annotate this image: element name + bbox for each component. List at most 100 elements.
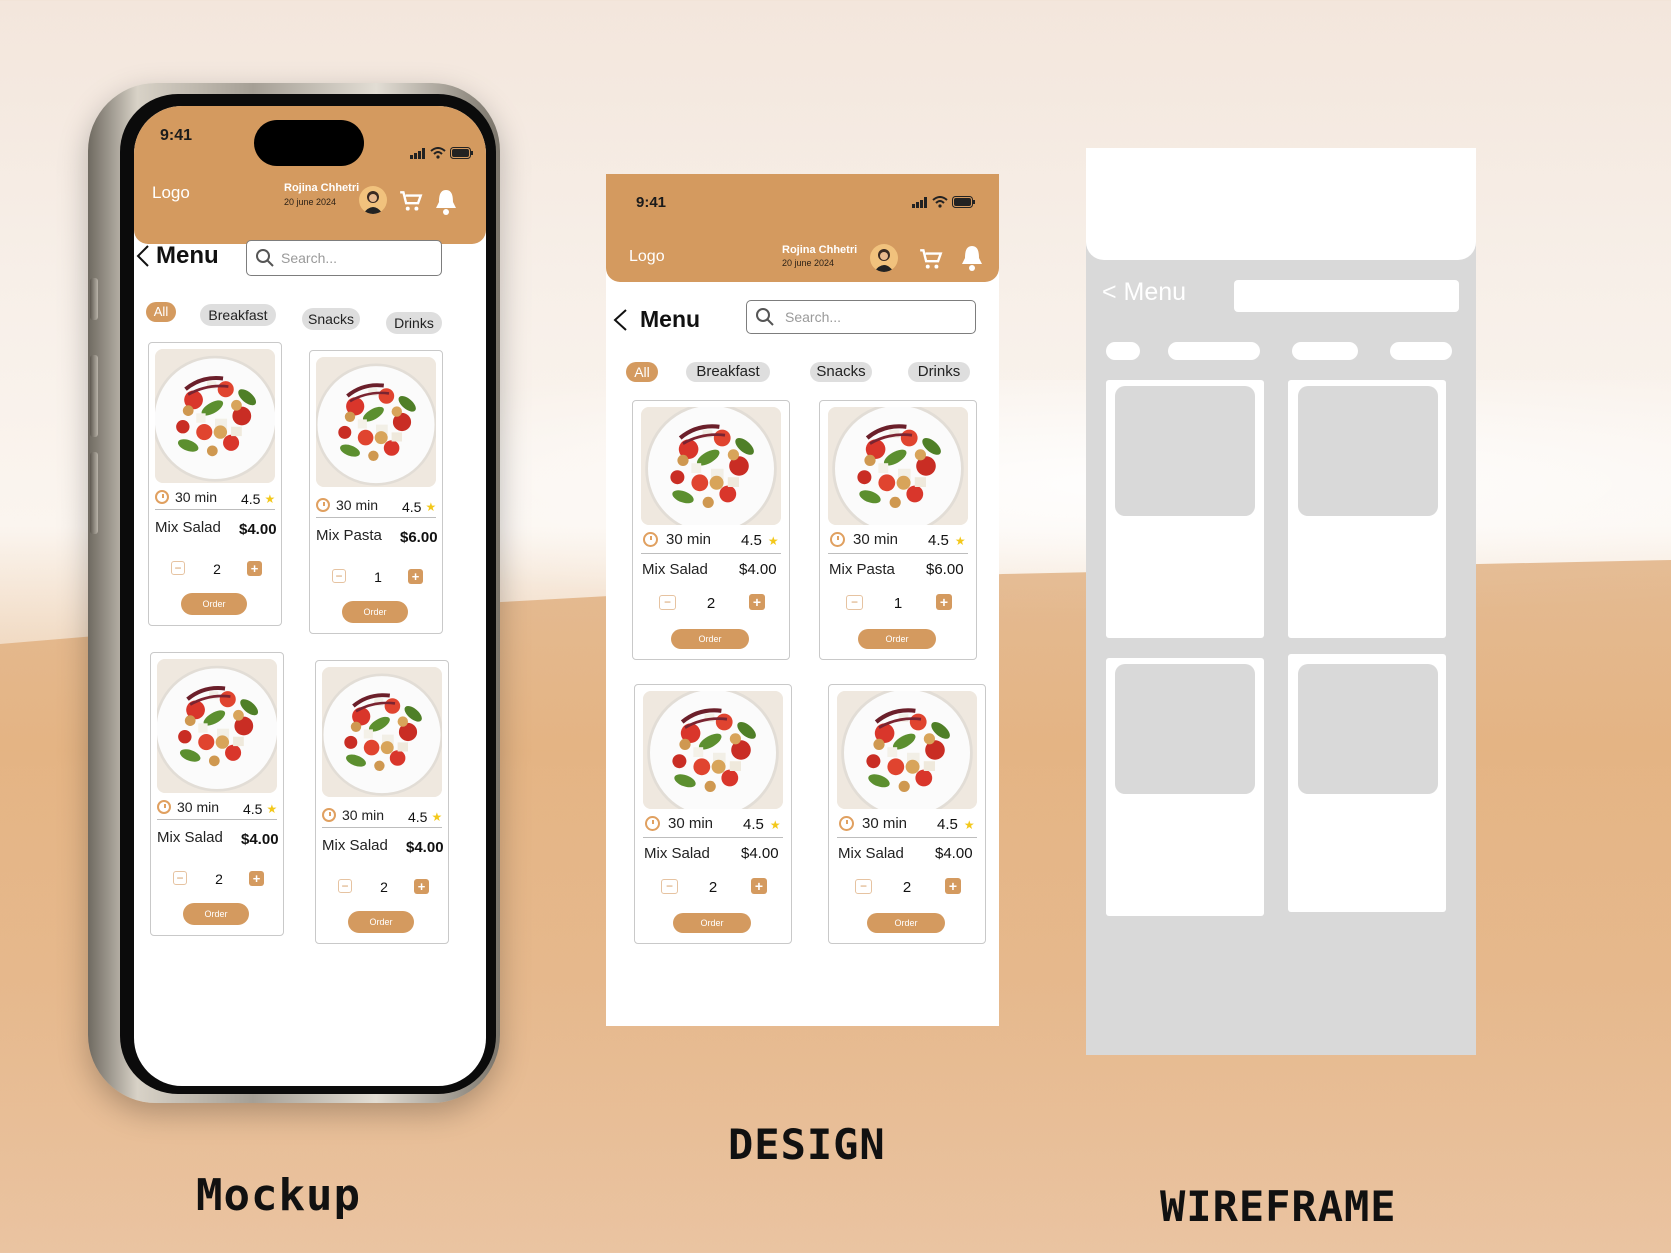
clock-icon <box>155 490 169 504</box>
item-price: $4.00 <box>241 831 279 848</box>
status-time: 9:41 <box>636 194 667 211</box>
food-image <box>828 407 968 525</box>
category-snacks[interactable]: Snacks <box>810 362 872 382</box>
decrease-qty-button[interactable]: − <box>846 595 863 610</box>
app-header: 9:41 Logo Rojina Chhetri 20 june 2024 <box>606 174 999 282</box>
order-button[interactable]: Order <box>183 903 249 925</box>
decrease-qty-button[interactable]: − <box>171 561 185 575</box>
food-image <box>641 407 781 525</box>
design-screen: 9:41 Logo Rojina Chhetri 20 june 2024 Me… <box>606 174 999 1026</box>
increase-qty-button[interactable]: + <box>945 878 961 894</box>
battery-icon <box>450 147 473 159</box>
star-icon: ★ <box>431 810 443 824</box>
page-title: Menu <box>640 306 701 332</box>
search-icon <box>756 308 774 326</box>
prep-time: 30 min <box>336 497 379 513</box>
divider <box>643 837 783 838</box>
category-breakfast[interactable]: Breakfast <box>200 304 276 326</box>
item-price: $4.00 <box>739 561 777 578</box>
increase-qty-button[interactable]: + <box>247 561 262 576</box>
quantity: 1 <box>374 569 382 585</box>
item-name: Mix Salad <box>322 837 388 854</box>
battery-icon <box>952 196 975 208</box>
decrease-qty-button[interactable]: − <box>332 569 346 583</box>
food-image <box>837 691 977 809</box>
prep-time: 30 min <box>342 807 385 823</box>
category-snacks[interactable]: Snacks <box>302 308 360 330</box>
decrease-qty-button[interactable]: − <box>338 879 352 893</box>
cart-icon[interactable] <box>918 246 944 272</box>
category-breakfast[interactable]: Breakfast <box>686 362 770 382</box>
bell-icon[interactable] <box>434 188 458 216</box>
wifi-icon <box>430 147 446 159</box>
app-logo[interactable]: Logo <box>629 248 665 266</box>
increase-qty-button[interactable]: + <box>936 594 952 610</box>
user-name: Rojina Chhetri <box>284 182 360 194</box>
rating: 4.5 <box>408 809 428 825</box>
decrease-qty-button[interactable]: − <box>661 879 678 894</box>
food-image <box>643 691 783 809</box>
increase-qty-button[interactable]: + <box>751 878 767 894</box>
star-icon: ★ <box>266 802 278 816</box>
back-arrow-icon[interactable] <box>610 308 630 332</box>
order-button[interactable]: Order <box>858 629 936 649</box>
cart-icon[interactable] <box>398 188 424 214</box>
increase-qty-button[interactable]: + <box>414 879 429 894</box>
app-header: 9:41 Logo Rojina Chhetri 20 june 2024 <box>134 106 486 244</box>
search-input[interactable]: Search... <box>246 240 442 276</box>
rating: 4.5 <box>241 491 261 507</box>
back-arrow-icon[interactable] <box>134 244 152 268</box>
signal-icon <box>912 196 927 208</box>
category-all[interactable]: All <box>626 362 658 382</box>
order-button[interactable]: Order <box>342 601 408 623</box>
wireframe-card <box>1288 380 1446 638</box>
caption-wireframe: WIREFRAME <box>1160 1182 1397 1231</box>
quantity: 2 <box>380 879 388 895</box>
bell-icon[interactable] <box>960 244 984 272</box>
clock-icon <box>645 816 660 831</box>
wireframe-title: < Menu <box>1102 278 1187 306</box>
item-name: Mix Salad <box>644 845 710 862</box>
food-image <box>157 659 277 793</box>
order-button[interactable]: Order <box>867 913 945 933</box>
search-input[interactable]: Search... <box>746 300 976 334</box>
status-time: 9:41 <box>160 127 193 144</box>
food-image <box>322 667 442 797</box>
app-logo[interactable]: Logo <box>152 183 190 203</box>
rating: 4.5 <box>402 499 422 515</box>
item-price: $4.00 <box>741 845 779 862</box>
prep-time: 30 min <box>666 531 712 548</box>
increase-qty-button[interactable]: + <box>408 569 423 584</box>
rating: 4.5 <box>937 816 958 833</box>
clock-icon <box>157 800 171 814</box>
search-placeholder: Search... <box>785 309 842 325</box>
order-button[interactable]: Order <box>673 913 751 933</box>
increase-qty-button[interactable]: + <box>749 594 765 610</box>
quantity: 2 <box>706 595 716 612</box>
avatar[interactable] <box>359 186 387 214</box>
category-all[interactable]: All <box>146 302 176 322</box>
wireframe-header <box>1086 148 1476 260</box>
star-icon: ★ <box>963 817 975 832</box>
item-name: Mix Pasta <box>829 561 895 578</box>
quantity: 2 <box>215 871 223 887</box>
phone-volume-up <box>90 355 98 437</box>
wireframe-image <box>1115 664 1255 794</box>
item-name: Mix Salad <box>642 561 708 578</box>
decrease-qty-button[interactable]: − <box>173 871 187 885</box>
menu-card: 30 min 4.5 ★ Mix Salad $4.00 − 2 + Order <box>148 342 282 626</box>
order-button[interactable]: Order <box>348 911 414 933</box>
wireframe-title-text: Menu <box>1123 278 1187 306</box>
avatar[interactable] <box>870 244 898 272</box>
decrease-qty-button[interactable]: − <box>659 595 676 610</box>
wireframe-search <box>1234 280 1459 312</box>
order-button[interactable]: Order <box>671 629 749 649</box>
search-placeholder: Search... <box>281 250 338 266</box>
category-drinks[interactable]: Drinks <box>908 362 970 382</box>
prep-time: 30 min <box>175 489 218 505</box>
order-button[interactable]: Order <box>181 593 247 615</box>
decrease-qty-button[interactable]: − <box>855 879 872 894</box>
menu-card: 30 min 4.5 ★ Mix Salad $4.00 − 2 + Order <box>632 400 790 660</box>
increase-qty-button[interactable]: + <box>249 871 264 886</box>
category-drinks[interactable]: Drinks <box>386 312 442 334</box>
